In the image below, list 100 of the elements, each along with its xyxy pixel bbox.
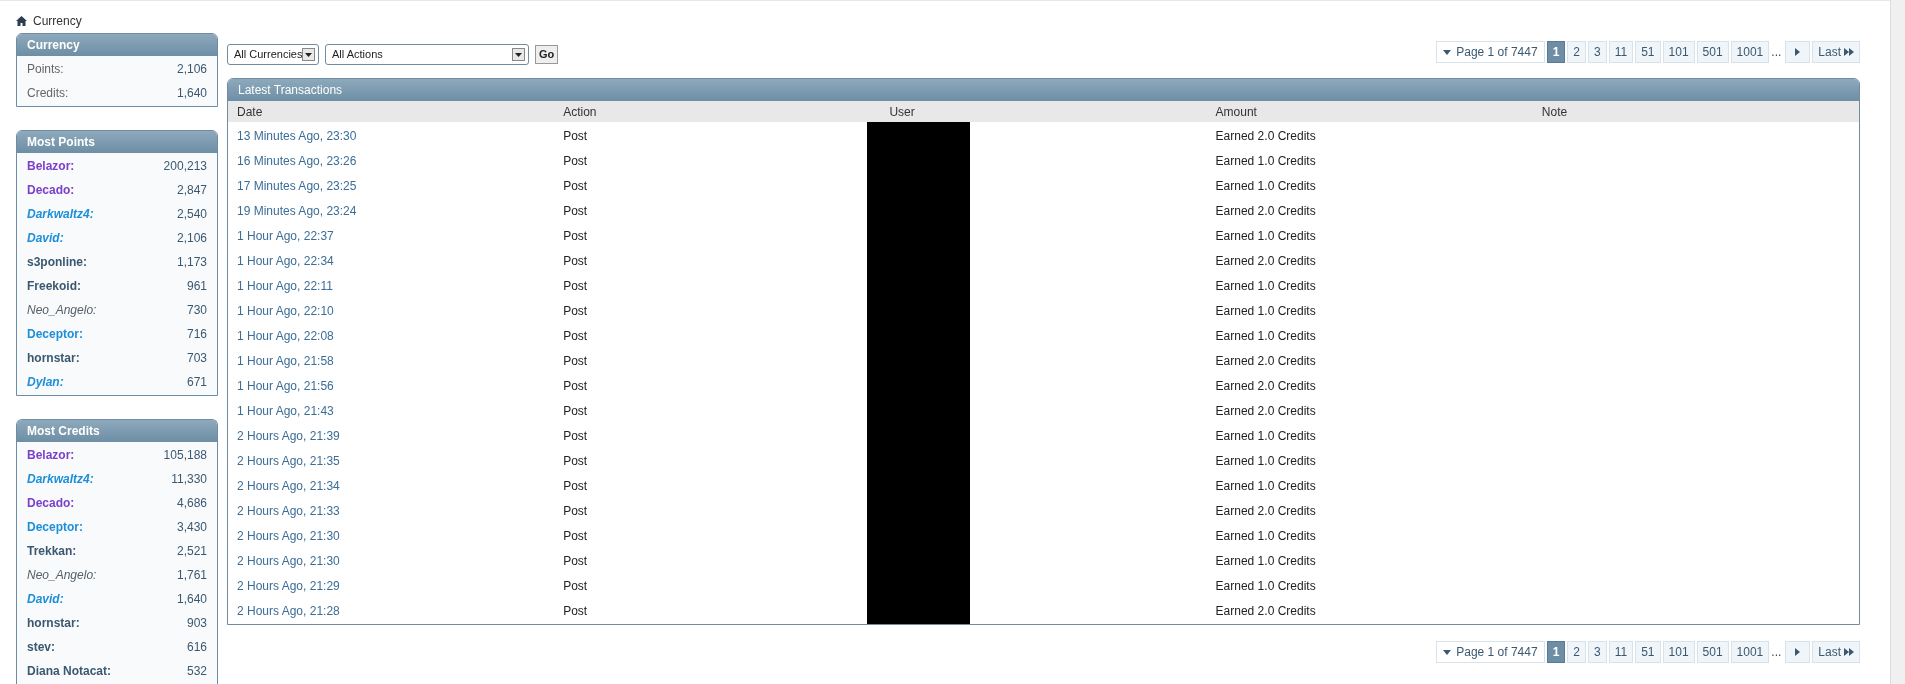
table-cell: Post — [563, 553, 588, 568]
stat-value: 716 — [186, 326, 207, 343]
table-cell: Post — [563, 403, 588, 418]
stat-value: 4,686 — [176, 495, 207, 512]
table-cell: Post — [563, 378, 588, 393]
next-arrow-icon — [1795, 648, 1801, 656]
go-button[interactable]: Go — [535, 45, 559, 64]
date-link[interactable]: 19 Minutes Ago, 23:24 — [237, 203, 357, 218]
date-link[interactable]: 1 Hour Ago, 22:11 — [237, 278, 333, 293]
table-cell: Earned 2.0 Credits — [1215, 603, 1316, 618]
page-link[interactable]: 3 — [1588, 641, 1607, 663]
date-link[interactable]: 16 Minutes Ago, 23:26 — [237, 153, 357, 168]
user-link[interactable]: Belazor: — [27, 157, 75, 175]
date-link[interactable]: 2 Hours Ago, 21:28 — [237, 603, 340, 618]
scrollbar[interactable] — [1890, 0, 1905, 684]
table-cell: Earned 1.0 Credits — [1215, 453, 1316, 468]
user-link[interactable]: Neo_Angelo: — [27, 301, 97, 319]
user-link[interactable]: Deceptor: — [27, 325, 83, 343]
user-link[interactable]: Darkwaltz4: — [27, 205, 94, 223]
table-cell: Earned 1.0 Credits — [1215, 578, 1316, 593]
user-link[interactable]: Darkwaltz4: — [27, 470, 94, 488]
page-jump-menu[interactable]: Page 1 of 7447 — [1436, 641, 1545, 663]
date-link[interactable]: 2 Hours Ago, 21:30 — [237, 528, 340, 543]
date-link[interactable]: 1 Hour Ago, 21:56 — [237, 378, 334, 393]
page-link[interactable]: 1 — [1546, 41, 1566, 63]
user-link[interactable]: Decado: — [27, 181, 75, 199]
page-link[interactable]: 101 — [1662, 641, 1695, 663]
page-link[interactable]: 2 — [1567, 41, 1586, 63]
page-link[interactable]: 51 — [1635, 41, 1661, 63]
next-page-button[interactable] — [1785, 641, 1811, 663]
date-link[interactable]: 17 Minutes Ago, 23:25 — [237, 178, 357, 193]
user-link[interactable]: stev: — [27, 638, 55, 656]
user-link[interactable]: s3ponline: — [27, 253, 87, 271]
user-link[interactable]: Decado: — [27, 494, 75, 512]
panel-title: Most Points — [17, 131, 217, 153]
date-link[interactable]: 1 Hour Ago, 22:37 — [237, 228, 334, 243]
date-link[interactable]: 2 Hours Ago, 21:39 — [237, 428, 340, 443]
date-link[interactable]: 2 Hours Ago, 21:35 — [237, 453, 340, 468]
currency-select[interactable]: All Currencies — [227, 44, 319, 65]
table-cell: Earned 1.0 Credits — [1215, 153, 1316, 168]
page-jump-menu[interactable]: Page 1 of 7447 — [1436, 41, 1545, 63]
user-link[interactable]: hornstar: — [27, 614, 80, 632]
user-link[interactable]: Deceptor: — [27, 518, 83, 536]
date-link[interactable]: 1 Hour Ago, 22:08 — [237, 328, 334, 343]
table-cell: Post — [563, 328, 588, 343]
date-link[interactable]: 2 Hours Ago, 21:29 — [237, 578, 340, 593]
user-link[interactable]: Freekoid: — [27, 277, 81, 295]
table-cell: Earned 2.0 Credits — [1215, 378, 1316, 393]
table-cell: Earned 2.0 Credits — [1215, 503, 1316, 518]
action-select[interactable]: All Actions — [325, 44, 529, 65]
column-header: Action — [562, 103, 598, 121]
date-link[interactable]: 2 Hours Ago, 21:34 — [237, 478, 340, 493]
page-link[interactable]: 11 — [1608, 41, 1634, 63]
page-link[interactable]: 501 — [1696, 641, 1729, 663]
date-link[interactable]: 13 Minutes Ago, 23:30 — [237, 128, 357, 143]
page-link[interactable]: 2 — [1567, 641, 1586, 663]
user-link[interactable]: David: — [27, 590, 64, 608]
page-link[interactable]: 1 — [1546, 641, 1566, 663]
page-link[interactable]: 11 — [1608, 641, 1634, 663]
page-link[interactable]: 101 — [1662, 41, 1695, 63]
page-link[interactable]: 1001 — [1730, 41, 1770, 63]
page-summary-text: Page 1 of 7447 — [1456, 644, 1538, 661]
date-link[interactable]: 1 Hour Ago, 21:58 — [237, 353, 334, 368]
table-cell: Post — [563, 603, 588, 618]
table-cell: Earned 1.0 Credits — [1215, 303, 1316, 318]
user-link[interactable]: Dylan: — [27, 373, 64, 391]
select-value: All Actions — [332, 47, 383, 63]
stat-value: 903 — [186, 615, 207, 632]
last-page-button[interactable]: Last — [1812, 41, 1860, 63]
stat-value: 2,521 — [176, 543, 207, 560]
user-link[interactable]: Belazor: — [27, 446, 75, 464]
table-cell: Earned 1.0 Credits — [1215, 328, 1316, 343]
table-cell: Post — [563, 578, 588, 593]
home-icon[interactable] — [16, 16, 27, 26]
table-cell: Earned 1.0 Credits — [1215, 228, 1316, 243]
user-link[interactable]: David: — [27, 229, 64, 247]
page-link[interactable]: 3 — [1588, 41, 1607, 63]
user-link[interactable]: hornstar: — [27, 349, 80, 367]
panel-title: Most Credits — [17, 420, 217, 442]
stat-value: 2,540 — [176, 206, 207, 223]
breadcrumb-link[interactable]: Currency — [33, 12, 82, 30]
table-cell: Post — [563, 303, 588, 318]
page-link[interactable]: 1001 — [1730, 641, 1770, 663]
stat-value: 616 — [186, 639, 207, 656]
user-link[interactable]: Trekkan: — [27, 542, 77, 560]
date-link[interactable]: 1 Hour Ago, 22:10 — [237, 303, 334, 318]
page-link[interactable]: 51 — [1635, 641, 1661, 663]
last-page-button[interactable]: Last — [1812, 641, 1860, 663]
page-link[interactable]: 501 — [1696, 41, 1729, 63]
next-page-button[interactable] — [1785, 41, 1811, 63]
date-link[interactable]: 1 Hour Ago, 22:34 — [237, 253, 334, 268]
date-link[interactable]: 1 Hour Ago, 21:43 — [237, 403, 334, 418]
stat-value: 3,430 — [176, 519, 207, 536]
date-link[interactable]: 2 Hours Ago, 21:33 — [237, 503, 340, 518]
table-cell: Earned 1.0 Credits — [1215, 528, 1316, 543]
stat-label: Credits: — [27, 85, 69, 102]
user-link[interactable]: Diana Notacat: — [27, 662, 112, 680]
date-link[interactable]: 2 Hours Ago, 21:30 — [237, 553, 340, 568]
stat-value: 1,173 — [176, 254, 207, 271]
user-link[interactable]: Neo_Angelo: — [27, 566, 97, 584]
